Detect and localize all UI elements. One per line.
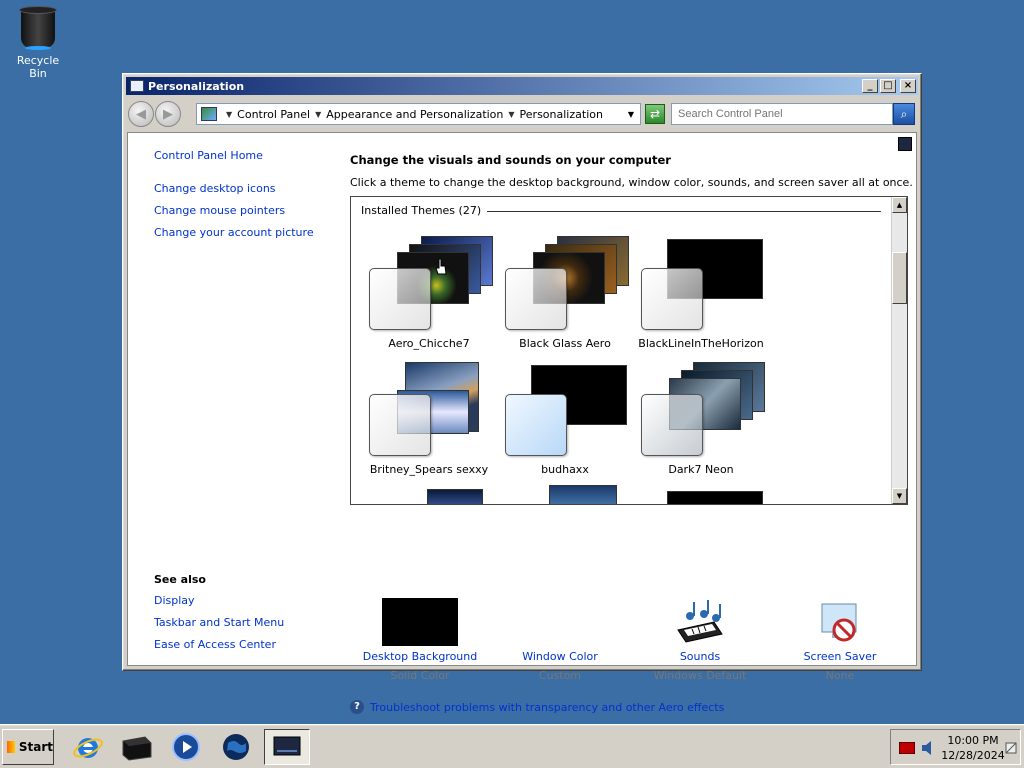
- sidebar-item-control-panel-home[interactable]: Control Panel Home: [154, 149, 334, 162]
- setting-value: Custom: [538, 669, 582, 682]
- network-icon[interactable]: [899, 742, 915, 754]
- see-also-header: See also: [154, 573, 206, 586]
- see-also-ease-of-access[interactable]: Ease of Access Center: [154, 638, 284, 651]
- theme-name: budhaxx: [541, 463, 589, 476]
- theme-settings: Desktop Background Solid Color Window Co…: [350, 596, 910, 682]
- action-center-icon[interactable]: [1005, 742, 1017, 754]
- close-button[interactable]: ×: [900, 79, 916, 93]
- themes-header: Installed Themes (27): [361, 204, 488, 217]
- troubleshoot-link[interactable]: Troubleshoot problems with transparency …: [370, 701, 724, 714]
- sidebar-item-account-picture[interactable]: Change your account picture: [154, 226, 334, 239]
- setting-name[interactable]: Desktop Background: [350, 650, 490, 663]
- see-also-taskbar[interactable]: Taskbar and Start Menu: [154, 616, 284, 629]
- back-button[interactable]: ◀: [128, 101, 154, 127]
- setting-value: Solid Color: [390, 669, 450, 682]
- breadcrumb-personalization[interactable]: Personalization: [520, 108, 603, 121]
- theme-tile[interactable]: BlackLineInTheHorizon: [631, 234, 771, 354]
- internet-explorer-icon[interactable]: [70, 729, 106, 765]
- setting-sounds[interactable]: Sounds Windows Default: [630, 596, 770, 682]
- start-label: Start: [18, 740, 53, 754]
- recycle-bin[interactable]: Recycle Bin: [8, 6, 68, 80]
- hand-cursor-icon: [435, 258, 447, 275]
- breadcrumb-control-panel[interactable]: Control Panel: [237, 108, 310, 121]
- recycle-bin-icon: [19, 6, 57, 50]
- control-panel-icon: [201, 107, 217, 121]
- theme-name: Britney_Spears sexxy: [369, 463, 489, 476]
- scroll-thumb[interactable]: [892, 252, 907, 304]
- address-dropdown-icon[interactable]: ▼: [628, 110, 634, 119]
- maximize-button[interactable]: □: [880, 79, 896, 93]
- sidebar-item-mouse-pointers[interactable]: Change mouse pointers: [154, 204, 334, 217]
- sidebar: Control Panel Home Change desktop icons …: [154, 149, 334, 248]
- globe-icon[interactable]: [218, 729, 254, 765]
- setting-window-color[interactable]: Window Color Custom: [490, 596, 630, 682]
- see-also: See also Display Taskbar and Start Menu …: [154, 573, 284, 660]
- breadcrumb-arrow-icon[interactable]: ▼: [315, 110, 321, 119]
- title-bar[interactable]: Personalization _ □ ×: [126, 77, 918, 95]
- setting-screen-saver[interactable]: Screen Saver None: [770, 596, 910, 682]
- clock[interactable]: 10:00 PM 12/28/2024: [933, 733, 1013, 763]
- sidebar-item-desktop-icons[interactable]: Change desktop icons: [154, 182, 334, 195]
- screen-saver-icon: [821, 603, 857, 642]
- computer-icon[interactable]: [118, 729, 154, 765]
- setting-name[interactable]: Sounds: [630, 650, 770, 663]
- theme-name: Black Glass Aero: [519, 337, 611, 350]
- sounds-icon: [677, 600, 723, 643]
- system-tray: 10:00 PM 12/28/2024: [890, 729, 1021, 765]
- setting-desktop-background[interactable]: Desktop Background Solid Color: [350, 596, 490, 682]
- setting-value: None: [825, 669, 855, 682]
- scroll-down-icon[interactable]: ▼: [892, 488, 907, 504]
- setting-name[interactable]: Window Color: [490, 650, 630, 663]
- theme-name: BlackLineInTheHorizon: [638, 337, 764, 350]
- media-player-icon[interactable]: [168, 729, 204, 765]
- help-icon[interactable]: [898, 137, 912, 151]
- theme-name: Aero_Chicche7: [388, 337, 470, 350]
- themes-scrollbar[interactable]: ▲ ▼: [891, 197, 907, 504]
- theme-tile[interactable]: Dark7 Neon: [631, 360, 771, 480]
- refresh-button[interactable]: ⇄: [645, 104, 665, 124]
- forward-button[interactable]: ▶: [155, 101, 181, 127]
- theme-tile[interactable]: Britney_Spears sexxy: [359, 360, 499, 480]
- window-icon: [130, 80, 144, 92]
- troubleshoot-row: ? Troubleshoot problems with transparenc…: [350, 700, 724, 714]
- navigation-bar: ◀ ▶ ▼ Control Panel ▼ Appearance and Perso…: [128, 100, 916, 128]
- clock-date: 12/28/2024: [941, 749, 1005, 762]
- scroll-up-icon[interactable]: ▲: [892, 197, 907, 213]
- windows-logo-icon: [7, 741, 15, 753]
- address-bar[interactable]: ▼ Control Panel ▼ Appearance and Personali…: [196, 103, 641, 125]
- clock-time: 10:00 PM: [947, 734, 999, 747]
- breadcrumb-arrow-icon[interactable]: ▼: [508, 110, 514, 119]
- help-question-icon: ?: [350, 700, 364, 714]
- content-pane: Control Panel Home Change desktop icons …: [127, 132, 917, 714]
- page-description: Click a theme to change the desktop back…: [350, 176, 913, 189]
- setting-value: Windows Default: [653, 669, 747, 682]
- recycle-bin-label: Recycle Bin: [16, 54, 60, 80]
- setting-name[interactable]: Screen Saver: [770, 650, 910, 663]
- theme-tile[interactable]: Aero_Chicche7: [359, 234, 499, 354]
- theme-name: Dark7 Neon: [668, 463, 734, 476]
- breadcrumb-arrow-icon[interactable]: ▼: [226, 110, 232, 119]
- page-title: Change the visuals and sounds on your co…: [350, 153, 671, 167]
- start-button[interactable]: Start: [2, 729, 54, 765]
- personalization-window: Personalization _ □ × ◀ ▶ ▼ Control Panel…: [122, 73, 922, 714]
- search-input[interactable]: [671, 103, 893, 125]
- main-header: Change the visuals and sounds on your co…: [350, 153, 913, 189]
- taskbar: Start 10:00 PM 12/28/2024: [0, 724, 1024, 768]
- theme-tile[interactable]: budhaxx: [495, 360, 635, 480]
- window-title: Personalization: [148, 79, 245, 93]
- theme-tile[interactable]: Black Glass Aero: [495, 234, 635, 354]
- desktop-background-icon: [382, 598, 458, 646]
- breadcrumb-appearance[interactable]: Appearance and Personalization: [326, 108, 503, 121]
- see-also-display[interactable]: Display: [154, 594, 284, 607]
- personalization-task[interactable]: [264, 729, 310, 765]
- themes-list: Installed Themes (27) Aero_Chicche7 Blac…: [350, 196, 908, 505]
- minimize-button[interactable]: _: [862, 79, 878, 93]
- search-icon[interactable]: ⌕: [893, 103, 915, 125]
